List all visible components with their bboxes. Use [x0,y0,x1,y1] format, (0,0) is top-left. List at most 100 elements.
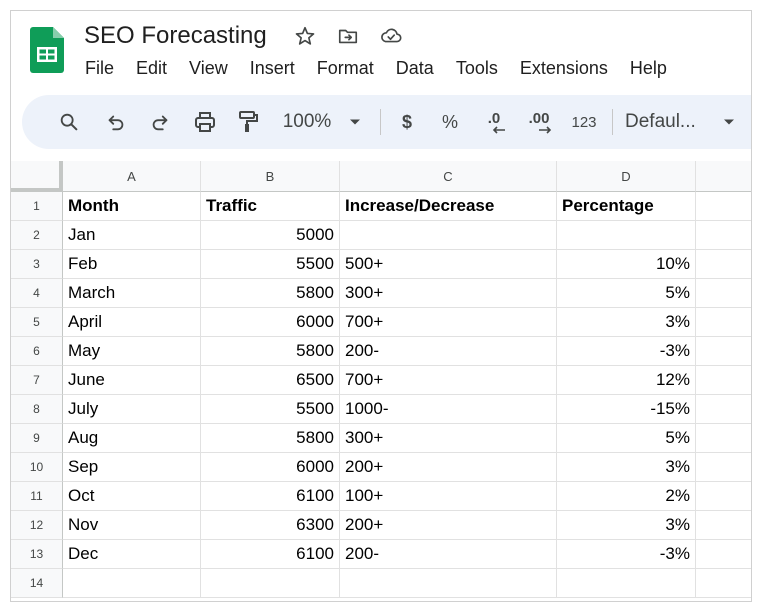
more-formats-button[interactable]: 123 [566,95,602,149]
cell-c14[interactable] [340,569,557,598]
cell-b11[interactable]: 6100 [201,482,340,511]
cell-a13[interactable]: Dec [63,540,201,569]
row-header[interactable]: 7 [11,366,63,395]
row-header[interactable]: 4 [11,279,63,308]
cell-a10[interactable]: Sep [63,453,201,482]
cell-b8[interactable]: 5500 [201,395,340,424]
cell-d5[interactable]: 3% [557,308,696,337]
cell-d6[interactable]: -3% [557,337,696,366]
cell-a1[interactable]: Month [63,192,201,221]
row-header[interactable]: 3 [11,250,63,279]
menu-help[interactable]: Help [619,53,678,83]
cell-e1[interactable] [696,192,751,221]
cell-a5[interactable]: April [63,308,201,337]
cell-a2[interactable]: Jan [63,221,201,250]
cell-d2[interactable] [557,221,696,250]
search-menus-button[interactable] [52,95,86,149]
row-header[interactable]: 10 [11,453,63,482]
cell-e7[interactable] [696,366,751,395]
font-select[interactable]: Defaul... [625,95,709,149]
row-header[interactable]: 8 [11,395,63,424]
cell-e4[interactable] [696,279,751,308]
print-button[interactable] [188,95,222,149]
cell-c12[interactable]: 200+ [340,511,557,540]
cell-e8[interactable] [696,395,751,424]
font-dropdown-arrow-icon[interactable] [721,95,737,149]
row-header[interactable]: 9 [11,424,63,453]
row-header[interactable]: 12 [11,511,63,540]
cell-b6[interactable]: 5800 [201,337,340,366]
cell-e10[interactable] [696,453,751,482]
row-header[interactable]: 11 [11,482,63,511]
cell-a14[interactable] [63,569,201,598]
cell-d3[interactable]: 10% [557,250,696,279]
cell-d14[interactable] [557,569,696,598]
zoom-dropdown-arrow-icon[interactable] [347,95,363,149]
menu-file[interactable]: File [74,53,125,83]
cell-c13[interactable]: 200- [340,540,557,569]
cell-a7[interactable]: June [63,366,201,395]
cell-c11[interactable]: 100+ [340,482,557,511]
row-header[interactable]: 13 [11,540,63,569]
cell-b3[interactable]: 5500 [201,250,340,279]
cell-d12[interactable]: 3% [557,511,696,540]
format-percent-button[interactable]: % [436,95,464,149]
column-header-b[interactable]: B [201,161,340,192]
menu-data[interactable]: Data [385,53,445,83]
cell-c7[interactable]: 700+ [340,366,557,395]
row-header[interactable]: 2 [11,221,63,250]
cell-b7[interactable]: 6500 [201,366,340,395]
document-title[interactable]: SEO Forecasting [84,19,267,53]
increase-decimal-button[interactable]: .00 [522,95,556,149]
cell-b1[interactable]: Traffic [201,192,340,221]
column-header-c[interactable]: C [340,161,557,192]
menu-format[interactable]: Format [306,53,385,83]
menu-edit[interactable]: Edit [125,53,178,83]
cell-e3[interactable] [696,250,751,279]
cell-e12[interactable] [696,511,751,540]
cell-d1[interactable]: Percentage [557,192,696,221]
sheets-logo-icon[interactable] [30,27,64,73]
cell-c10[interactable]: 200+ [340,453,557,482]
cell-d4[interactable]: 5% [557,279,696,308]
cell-a12[interactable]: Nov [63,511,201,540]
decrease-decimal-button[interactable]: .0 [478,95,510,149]
cell-c6[interactable]: 200- [340,337,557,366]
cell-b12[interactable]: 6300 [201,511,340,540]
format-currency-button[interactable]: $ [394,95,420,149]
menu-insert[interactable]: Insert [239,53,306,83]
zoom-select[interactable]: 100% [278,95,336,149]
cell-c9[interactable]: 300+ [340,424,557,453]
move-to-folder-icon[interactable] [336,24,360,48]
cell-d10[interactable]: 3% [557,453,696,482]
row-header[interactable]: 14 [11,569,63,598]
cell-b2[interactable]: 5000 [201,221,340,250]
menu-tools[interactable]: Tools [445,53,509,83]
cell-c5[interactable]: 700+ [340,308,557,337]
cell-d8[interactable]: -15% [557,395,696,424]
cell-e6[interactable] [696,337,751,366]
cell-b9[interactable]: 5800 [201,424,340,453]
cell-a4[interactable]: March [63,279,201,308]
cell-b10[interactable]: 6000 [201,453,340,482]
row-header[interactable]: 1 [11,192,63,221]
cell-c4[interactable]: 300+ [340,279,557,308]
menu-extensions[interactable]: Extensions [509,53,619,83]
cell-b5[interactable]: 6000 [201,308,340,337]
select-all-corner[interactable] [11,161,63,192]
paint-format-button[interactable] [232,95,264,149]
row-header[interactable]: 5 [11,308,63,337]
cell-e2[interactable] [696,221,751,250]
cell-e11[interactable] [696,482,751,511]
cell-b4[interactable]: 5800 [201,279,340,308]
column-header-a[interactable]: A [63,161,201,192]
cell-c2[interactable] [340,221,557,250]
cell-b13[interactable]: 6100 [201,540,340,569]
cell-d9[interactable]: 5% [557,424,696,453]
cell-e13[interactable] [696,540,751,569]
cell-e9[interactable] [696,424,751,453]
column-header-e[interactable] [696,161,751,192]
cell-e5[interactable] [696,308,751,337]
cell-a11[interactable]: Oct [63,482,201,511]
cell-d13[interactable]: -3% [557,540,696,569]
